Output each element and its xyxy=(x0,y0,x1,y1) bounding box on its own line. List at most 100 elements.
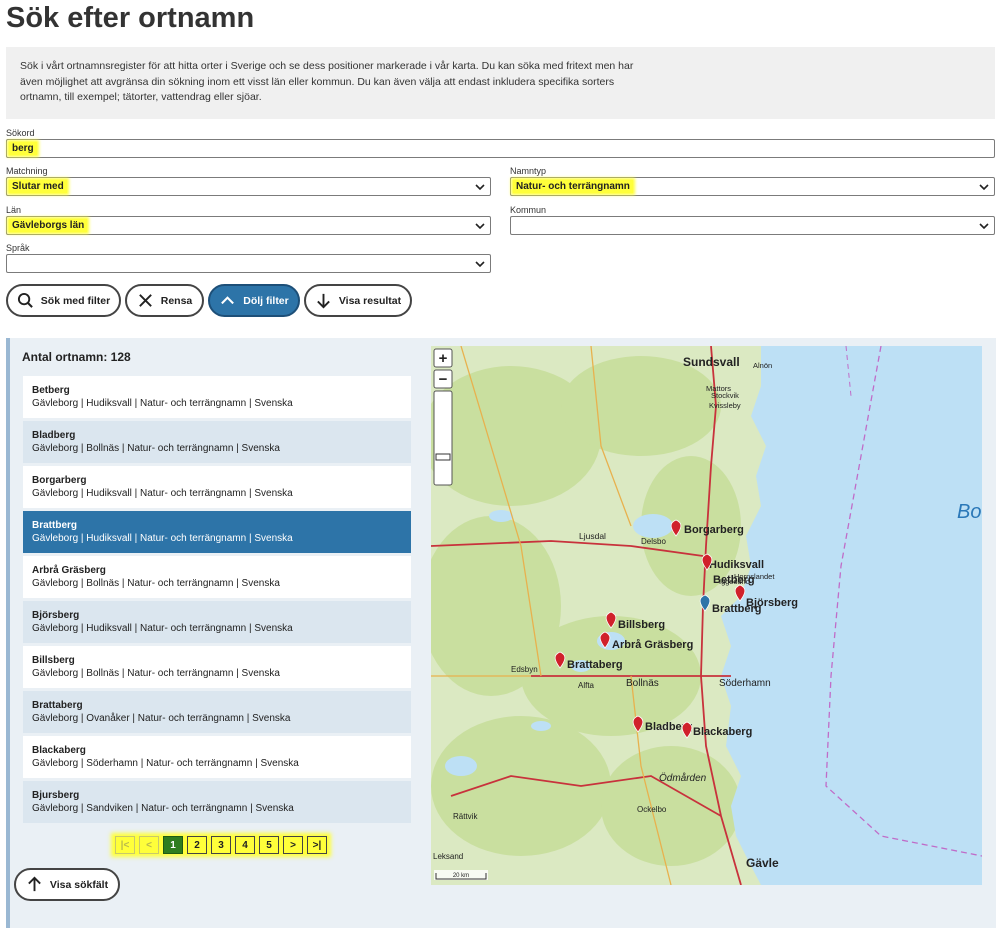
map-town: Rättvik xyxy=(453,812,478,821)
map-town: Alfta xyxy=(578,681,595,690)
zoom-slider-track[interactable] xyxy=(433,390,453,486)
first-page-button[interactable]: |< xyxy=(115,836,135,854)
namntyp-select[interactable]: Natur- och terrängnamn xyxy=(510,177,995,196)
hide-filter-button-label: Dölj filter xyxy=(243,294,289,307)
map-sea-label: Bo xyxy=(957,501,981,523)
map-town: Leksand xyxy=(433,852,463,861)
list-item-name: Billsberg xyxy=(32,655,75,666)
chevron-down-icon xyxy=(475,184,485,191)
map-town: Ljusdal xyxy=(579,531,606,541)
list-item[interactable]: Bladberg Gävleborg | Bollnäs | Natur- och… xyxy=(23,421,411,463)
list-item-detail: Gävleborg | Bollnäs | Natur- och terräng… xyxy=(32,668,280,679)
clear-button[interactable]: Rensa xyxy=(125,284,204,317)
map-town: Stockvik xyxy=(711,391,739,400)
map-marker-label: Blackaberg xyxy=(693,726,752,738)
pagination: |< < 1 2 3 4 5 > >| xyxy=(114,836,328,854)
map-scale: 20 km xyxy=(434,870,488,880)
chevron-down-icon xyxy=(475,223,485,230)
results-list: Betberg Gävleborg | Hudiksvall | Natur- o… xyxy=(23,376,411,826)
map-town: Delsbo xyxy=(641,537,666,546)
zoom-slider-handle[interactable] xyxy=(435,453,451,461)
list-item-detail: Gävleborg | Hudiksvall | Natur- och terr… xyxy=(32,623,293,634)
matchning-value: Slutar med xyxy=(9,180,67,193)
list-item-detail: Gävleborg | Hudiksvall | Natur- och terr… xyxy=(32,533,293,544)
page-title: Sök efter ortnamn xyxy=(6,2,255,34)
list-item[interactable]: Arbrå Gräsberg Gävleborg | Bollnäs | Natu… xyxy=(23,556,411,598)
lan-select[interactable]: Gävleborgs län xyxy=(6,216,491,235)
arrow-up-icon xyxy=(28,876,41,892)
list-item-detail: Gävleborg | Bollnäs | Natur- och terräng… xyxy=(32,578,280,589)
list-item-name: Bjursberg xyxy=(32,790,80,801)
chevron-down-icon xyxy=(979,184,989,191)
page-button-4[interactable]: 4 xyxy=(235,836,255,854)
map-marker-label: Borgarberg xyxy=(684,524,744,536)
search-button-label: Sök med filter xyxy=(40,294,111,307)
chevron-up-icon xyxy=(221,296,235,305)
map-sea xyxy=(721,346,982,885)
scale-label: 20 km xyxy=(453,873,469,879)
list-item-selected[interactable]: Brattberg Gävleborg | Hudiksvall | Natur-… xyxy=(23,511,411,553)
page-button-2[interactable]: 2 xyxy=(187,836,207,854)
chevron-down-icon xyxy=(979,223,989,230)
list-item-detail: Gävleborg | Sandviken | Natur- och terrä… xyxy=(32,803,294,814)
map-marker-label: Billsberg xyxy=(618,619,665,631)
show-search-button-label: Visa sökfält xyxy=(49,878,109,891)
sprak-label: Språk xyxy=(6,243,30,253)
list-item-detail: Gävleborg | Ovanåker | Natur- och terrän… xyxy=(32,713,291,724)
map-town: Sundsvall xyxy=(683,355,740,369)
chevron-down-icon xyxy=(475,261,485,268)
list-item-name: Betberg xyxy=(32,385,70,396)
list-item[interactable]: Brattaberg Gävleborg | Ovanåker | Natur- … xyxy=(23,691,411,733)
map-town: Bollnäs xyxy=(626,678,659,689)
search-icon xyxy=(17,292,33,308)
map-town: Ödmården xyxy=(659,772,707,784)
kommun-label: Kommun xyxy=(510,205,547,215)
search-button[interactable]: Sök med filter xyxy=(6,284,121,317)
map-town: Edsbyn xyxy=(511,665,538,674)
list-item-name: Brattberg xyxy=(32,520,78,531)
lan-value: Gävleborgs län xyxy=(9,219,88,232)
list-item-name: Björsberg xyxy=(32,610,80,621)
map[interactable]: Sundsvall Hudiksvall Söderhamn Bollnäs G… xyxy=(431,346,982,885)
search-input[interactable]: berg xyxy=(6,139,995,158)
list-item[interactable]: Betberg Gävleborg | Hudiksvall | Natur- o… xyxy=(23,376,411,418)
list-item[interactable]: Björsberg Gävleborg | Hudiksvall | Natur-… xyxy=(23,601,411,643)
show-results-button-label: Visa resultat xyxy=(338,294,402,307)
sokord-label: Sökord xyxy=(6,128,35,138)
result-count: Antal ortnamn: 128 xyxy=(22,350,131,364)
arrow-down-icon xyxy=(317,293,330,309)
hide-filter-button[interactable]: Dölj filter xyxy=(208,284,300,317)
matchning-select[interactable]: Slutar med xyxy=(6,177,491,196)
map-town: Kvissleby xyxy=(709,401,741,410)
list-item-detail: Gävleborg | Hudiksvall | Natur- och terr… xyxy=(32,398,293,409)
next-page-button[interactable]: > xyxy=(283,836,303,854)
zoom-out-label: − xyxy=(439,371,448,388)
page-button-3[interactable]: 3 xyxy=(211,836,231,854)
map-town: Alnön xyxy=(753,361,772,370)
map-town: Gävle xyxy=(746,856,779,870)
matchning-label: Matchning xyxy=(6,166,48,176)
clear-button-label: Rensa xyxy=(160,294,193,307)
map-marker-label: Arbrå Gräsberg xyxy=(612,639,693,651)
list-item-name: Bladberg xyxy=(32,430,76,441)
kommun-select[interactable] xyxy=(510,216,995,235)
list-item-name: Arbrå Gräsberg xyxy=(32,565,106,576)
sprak-select[interactable] xyxy=(6,254,491,273)
namntyp-label: Namntyp xyxy=(510,166,547,176)
intro-box: Sök i vårt ortnamnsregister för att hitt… xyxy=(6,47,995,119)
page-button-1[interactable]: 1 xyxy=(163,836,183,854)
list-item-detail: Gävleborg | Hudiksvall | Natur- och terr… xyxy=(32,488,293,499)
list-item[interactable]: Blackaberg Gävleborg | Söderhamn | Natur-… xyxy=(23,736,411,778)
list-item[interactable]: Billsberg Gävleborg | Bollnäs | Natur- oc… xyxy=(23,646,411,688)
intro-text: Sök i vårt ortnamnsregister för att hitt… xyxy=(20,60,634,103)
prev-page-button[interactable]: < xyxy=(139,836,159,854)
list-item[interactable]: Bjursberg Gävleborg | Sandviken | Natur- … xyxy=(23,781,411,823)
map-marker-label: Brattaberg xyxy=(567,659,623,671)
show-search-button[interactable]: Visa sökfält xyxy=(14,868,120,901)
list-item[interactable]: Borgarberg Gävleborg | Hudiksvall | Natur… xyxy=(23,466,411,508)
last-page-button[interactable]: >| xyxy=(307,836,327,854)
list-item-detail: Gävleborg | Bollnäs | Natur- och terräng… xyxy=(32,443,280,454)
list-item-name: Brattaberg xyxy=(32,700,83,711)
show-results-button[interactable]: Visa resultat xyxy=(304,284,412,317)
page-button-5[interactable]: 5 xyxy=(259,836,279,854)
